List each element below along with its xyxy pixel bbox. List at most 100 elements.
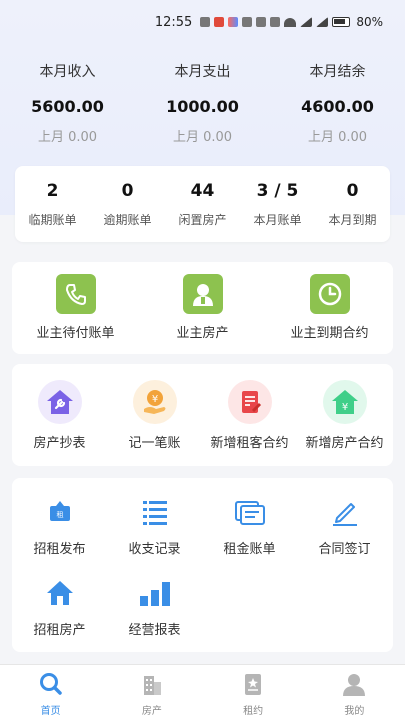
business-report-button[interactable]: 经营报表 <box>107 575 202 638</box>
summary-amount: 1000.00 <box>166 97 239 116</box>
owner-properties-button[interactable]: 业主房产 <box>139 274 266 341</box>
user-icon <box>343 674 366 696</box>
contract-icon <box>245 674 262 695</box>
action-label: 业主待付账单 <box>36 326 115 341</box>
action-label: 新增租客合约 <box>210 436 289 451</box>
person-icon <box>182 274 223 314</box>
bill-icon <box>232 494 268 530</box>
notification-icon <box>200 17 211 27</box>
monthly-summary: 本月收入 5600.00 上月 0.00 本月支出 1000.00 上月 0.0… <box>0 58 405 145</box>
action-label: 业主到期合约 <box>290 326 369 341</box>
new-property-contract-button[interactable]: ¥ 新增房产合约 <box>297 380 392 451</box>
stats-card: 2 临期账单 0 逾期账单 44 闲置房产 3 / 5 本月账单 0 本月到期 <box>15 166 390 242</box>
tab-properties[interactable]: 房产 <box>101 665 202 720</box>
function-label: 经营报表 <box>128 623 181 638</box>
summary-label: 本月结余 <box>309 64 366 80</box>
stat-overdue-bills[interactable]: 0 逾期账单 <box>90 181 165 228</box>
stat-value: 3 / 5 <box>256 180 299 201</box>
summary-last-month: 上月 0.00 <box>172 130 233 145</box>
rent-publish-icon: 租 <box>42 494 78 530</box>
signal-icon <box>300 17 313 27</box>
summary-income[interactable]: 本月收入 5600.00 上月 0.00 <box>0 58 135 145</box>
summary-last-month: 上月 0.00 <box>37 130 98 145</box>
svg-text:¥: ¥ <box>151 394 157 405</box>
rent-publish-button[interactable]: 租 招租发布 <box>12 494 107 557</box>
clock-icon <box>309 274 350 314</box>
summary-label: 本月支出 <box>174 64 231 80</box>
tab-leases[interactable]: 租约 <box>203 665 304 720</box>
summary-last-month: 上月 0.00 <box>307 130 368 145</box>
bottom-tab-bar: 首页 房产 租约 我的 <box>0 664 405 720</box>
meter-reading-button[interactable]: 房产抄表 <box>12 380 107 451</box>
function-label: 招租发布 <box>33 542 86 557</box>
income-expense-records-button[interactable]: 收支记录 <box>107 494 202 557</box>
bar-chart-icon <box>137 575 173 611</box>
contract-icon <box>227 380 272 424</box>
status-bar: 12:55 80% <box>0 0 405 44</box>
svg-text:租: 租 <box>56 511 63 519</box>
tab-label: 首页 <box>40 706 61 717</box>
stat-label: 本月账单 <box>253 212 302 227</box>
tab-mine[interactable]: 我的 <box>304 665 405 720</box>
stat-label: 闲置房产 <box>178 212 227 227</box>
summary-balance[interactable]: 本月结余 4600.00 上月 0.00 <box>270 58 405 145</box>
search-icon <box>39 673 62 695</box>
quick-actions-card: 房产抄表 ¥ 记一笔账 新增租客合约 ¥ 新增房产合约 <box>12 364 393 466</box>
functions-card: 租 招租发布 收支记录 租金账单 合同签订 招租房产 经营报表 <box>12 478 393 652</box>
status-icons <box>200 17 351 27</box>
app-notification-icon <box>214 17 225 27</box>
summary-label: 本月收入 <box>39 64 96 80</box>
contract-signing-button[interactable]: 合同签订 <box>297 494 392 557</box>
action-label: 房产抄表 <box>33 436 86 451</box>
yen-hand-icon: ¥ <box>132 380 177 424</box>
battery-icon <box>332 17 351 27</box>
function-label: 收支记录 <box>128 542 181 557</box>
function-label: 租金账单 <box>223 542 276 557</box>
summary-amount: 4600.00 <box>301 97 374 116</box>
list-icon <box>137 494 173 530</box>
rent-bills-button[interactable]: 租金账单 <box>202 494 297 557</box>
tab-label: 租约 <box>243 706 264 717</box>
phone-icon <box>55 274 96 314</box>
signal-icon <box>316 17 329 27</box>
pen-icon <box>327 494 363 530</box>
action-label: 记一笔账 <box>128 436 181 451</box>
stat-value: 2 <box>46 180 59 201</box>
stat-month-bills[interactable]: 3 / 5 本月账单 <box>240 181 315 228</box>
home-icon <box>42 575 78 611</box>
new-tenant-contract-button[interactable]: 新增租客合约 <box>202 380 297 451</box>
rental-properties-button[interactable]: 招租房产 <box>12 575 107 638</box>
summary-amount: 5600.00 <box>31 97 104 116</box>
function-label: 招租房产 <box>33 623 86 638</box>
stat-expiring-bills[interactable]: 2 临期账单 <box>15 181 90 228</box>
owner-actions-card: 业主待付账单 业主房产 业主到期合约 <box>12 262 393 354</box>
action-label: 业主房产 <box>176 326 229 341</box>
stat-month-expiring[interactable]: 0 本月到期 <box>315 181 390 228</box>
summary-expense[interactable]: 本月支出 1000.00 上月 0.00 <box>135 58 270 145</box>
owner-unpaid-bills-button[interactable]: 业主待付账单 <box>12 274 139 341</box>
owner-expiring-contracts-button[interactable]: 业主到期合约 <box>266 274 393 341</box>
house-yen-icon: ¥ <box>322 380 367 424</box>
stat-label: 本月到期 <box>328 212 377 227</box>
record-expense-button[interactable]: ¥ 记一笔账 <box>107 380 202 451</box>
stat-idle-properties[interactable]: 44 闲置房产 <box>165 181 240 228</box>
function-label: 合同签订 <box>318 542 371 557</box>
wifi-icon <box>284 17 297 27</box>
vibrate-icon <box>270 17 281 27</box>
app-notification-icon <box>228 17 239 27</box>
battery-percent: 80% <box>356 15 383 29</box>
bluetooth-icon <box>256 17 267 27</box>
house-wrench-icon <box>37 380 82 424</box>
nfc-icon <box>242 17 253 27</box>
status-time: 12:55 <box>154 14 193 30</box>
stat-label: 逾期账单 <box>103 212 152 227</box>
stat-value: 0 <box>121 180 134 201</box>
stat-value: 0 <box>346 180 359 201</box>
stat-label: 临期账单 <box>28 212 77 227</box>
stat-value: 44 <box>190 180 215 201</box>
tab-label: 房产 <box>141 706 162 717</box>
building-icon <box>143 676 161 695</box>
tab-home[interactable]: 首页 <box>0 665 101 720</box>
svg-text:¥: ¥ <box>341 402 347 413</box>
action-label: 新增房产合约 <box>305 436 384 451</box>
